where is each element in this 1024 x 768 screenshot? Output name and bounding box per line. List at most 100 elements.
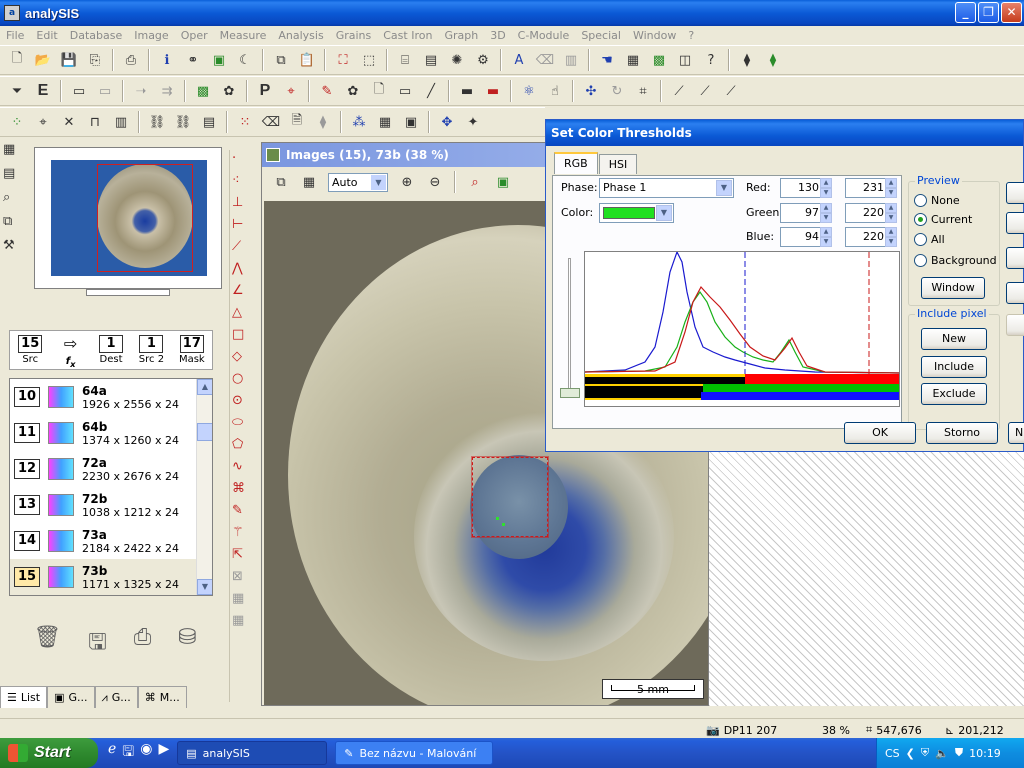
zoom-select[interactable]: Auto ▼ (328, 172, 388, 192)
eraser-icon[interactable]: ⌫ (534, 49, 556, 71)
list-item[interactable]: 12 72a 2230 x 2676 x 24 (10, 451, 212, 487)
picture-red-icon[interactable]: ▬ (482, 80, 504, 102)
stack-icon[interactable]: ⧫ (736, 49, 758, 71)
roi-rectangle[interactable] (471, 456, 549, 538)
properties-icon[interactable]: ▤ (3, 166, 25, 188)
font-icon[interactable]: A (508, 49, 530, 71)
slot-dest[interactable]: 1 Dest (91, 331, 131, 369)
blue-low-spinner[interactable]: 94 ▲ ▼ (780, 227, 832, 247)
brush-icon[interactable]: ✎ (316, 80, 338, 102)
magic-polygon-icon[interactable]: ⌘ (232, 481, 254, 502)
windows-icon[interactable]: ⧉ (3, 214, 25, 236)
radio-all[interactable]: All (914, 233, 945, 246)
thumbnail-scrollbar[interactable] (86, 289, 170, 296)
circle-center-tool-icon[interactable]: ⊙ (232, 393, 254, 414)
dots-icon[interactable]: ⁙ (234, 111, 256, 133)
save-as-icon[interactable]: ⎘ (84, 49, 106, 71)
task-analysis[interactable]: ▤ analySIS (177, 741, 328, 765)
spin-down-icon[interactable]: ▼ (885, 237, 897, 247)
red-low-spinner[interactable]: 130 ▲ ▼ (780, 178, 832, 198)
pen-icon[interactable]: ╱ (420, 80, 442, 102)
rectangle-tool-icon[interactable]: □ (232, 327, 254, 348)
list-item[interactable]: 14 73a 2184 x 2422 x 24 (10, 523, 212, 559)
molecule-icon[interactable]: ⚛ (518, 80, 540, 102)
table-view-icon[interactable]: ▦ (3, 142, 25, 164)
window-button[interactable]: Window (921, 277, 985, 299)
menu-image[interactable]: Image (128, 29, 174, 42)
menu-cast-iron[interactable]: Cast Iron (377, 29, 438, 42)
zoom-fit-icon[interactable]: ⌕ (464, 171, 486, 193)
layout-icon[interactable]: ◫ (674, 49, 696, 71)
zoom-in-icon[interactable]: ⊕ (396, 171, 418, 193)
grid-icon[interactable]: ▩ (648, 49, 670, 71)
ok-button[interactable]: OK (844, 422, 916, 444)
spin-up-icon[interactable]: ▲ (885, 227, 897, 237)
ruler-icon[interactable]: ▥ (560, 49, 582, 71)
sheet-icon[interactable]: ▦ (374, 111, 396, 133)
multipoint-tool-icon[interactable]: ⁖ (232, 173, 254, 194)
crosshair-icon[interactable]: ⌖ (32, 111, 54, 133)
app-icon[interactable]: a (4, 5, 20, 21)
thumbnail-view-rect[interactable] (97, 164, 193, 272)
picture-icon[interactable]: ▬ (456, 80, 478, 102)
list-item[interactable]: 11 64b 1374 x 1260 x 24 (10, 415, 212, 451)
list-item[interactable]: 10 64a 1926 x 2556 x 24 (10, 379, 212, 415)
internet-explorer-icon[interactable]: ℯ (108, 741, 116, 765)
blob-icon[interactable]: ✣ (580, 80, 602, 102)
window-tile-icon[interactable]: ⧉ (270, 171, 292, 193)
list-item[interactable]: 13 72b 1038 x 1212 x 24 (10, 487, 212, 523)
paste-icon[interactable]: 📋 (296, 49, 318, 71)
slope-icon[interactable]: ⟋ (668, 80, 690, 102)
phase-select[interactable]: Phase 1 ▼ (599, 178, 734, 198)
spin-down-icon[interactable]: ▼ (820, 237, 832, 247)
green-low-spinner[interactable]: 97 ▲ ▼ (780, 203, 832, 223)
pencil-tool-icon[interactable]: ✎ (232, 503, 254, 524)
menu-analysis[interactable]: Analysis (272, 29, 329, 42)
magic-wand-icon[interactable]: ✦ (462, 111, 484, 133)
circle-tool-icon[interactable]: ○ (232, 371, 254, 392)
tray-arrow-icon[interactable]: ❮ (906, 747, 915, 760)
threshold-icon[interactable]: ✿ (342, 80, 364, 102)
chain-icon[interactable]: ⛓ (146, 111, 168, 133)
database-icon[interactable]: ⛁ (178, 625, 196, 659)
menu-grains[interactable]: Grains (330, 29, 378, 42)
angle-tool-icon[interactable]: ∠ (232, 283, 254, 304)
spin-down-icon[interactable]: ▼ (885, 188, 897, 198)
slope3-icon[interactable]: ⟋ (720, 80, 742, 102)
tab-gallery[interactable]: ▣ G... (47, 686, 95, 708)
hand-icon[interactable]: ☚ (596, 49, 618, 71)
camera-icon[interactable]: ⌸ (394, 49, 416, 71)
chain2-icon[interactable]: ⛓ (172, 111, 194, 133)
stack-green-icon[interactable]: ⧫ (762, 49, 784, 71)
eraser2-icon[interactable]: ⌫ (260, 111, 282, 133)
polygon-tool-icon[interactable]: ⬠ (232, 437, 254, 458)
wand-tool-icon[interactable]: ⚚ (232, 525, 254, 546)
language-indicator[interactable]: CS (885, 747, 900, 760)
shield-icon[interactable]: ⛨ (921, 746, 929, 760)
sparkle-icon[interactable]: ✺ (446, 49, 468, 71)
list-item-selected[interactable]: 15 73b 1171 x 1325 x 24 (10, 559, 212, 595)
scroll-up-icon[interactable]: ▲ (197, 379, 212, 395)
triangle-tool-icon[interactable]: △ (232, 305, 254, 326)
red-high-spinner[interactable]: 231 ▲ ▼ (845, 178, 897, 198)
spin-down-icon[interactable]: ▼ (885, 213, 897, 223)
move-icon[interactable]: ✥ (436, 111, 458, 133)
caliper-icon[interactable]: ⊓ (84, 111, 106, 133)
exclude-button[interactable]: Exclude (921, 383, 987, 405)
new-button[interactable]: New (921, 328, 987, 350)
green-high-spinner[interactable]: 220 ▲ ▼ (845, 203, 897, 223)
scatter-icon[interactable]: ⁂ (348, 111, 370, 133)
slot-mask[interactable]: 17 Mask (172, 331, 212, 369)
target-icon[interactable]: ⌖ (280, 80, 302, 102)
page-icon[interactable]: 🗋 (368, 80, 390, 102)
open-icon[interactable]: 📂 (32, 49, 54, 71)
palette-icon[interactable]: ✿ (218, 80, 240, 102)
menu-special[interactable]: Special (575, 29, 627, 42)
slope2-icon[interactable]: ⟋ (694, 80, 716, 102)
rgb-histogram[interactable] (584, 250, 900, 407)
clipped-button[interactable]: N (1008, 422, 1024, 444)
task-paint[interactable]: ✎ Bez názvu - Malování (335, 741, 494, 765)
e-tool-icon[interactable]: E (32, 80, 54, 102)
menu-graph[interactable]: Graph (438, 29, 484, 42)
tab-macro[interactable]: ⌘ M... (137, 686, 187, 708)
